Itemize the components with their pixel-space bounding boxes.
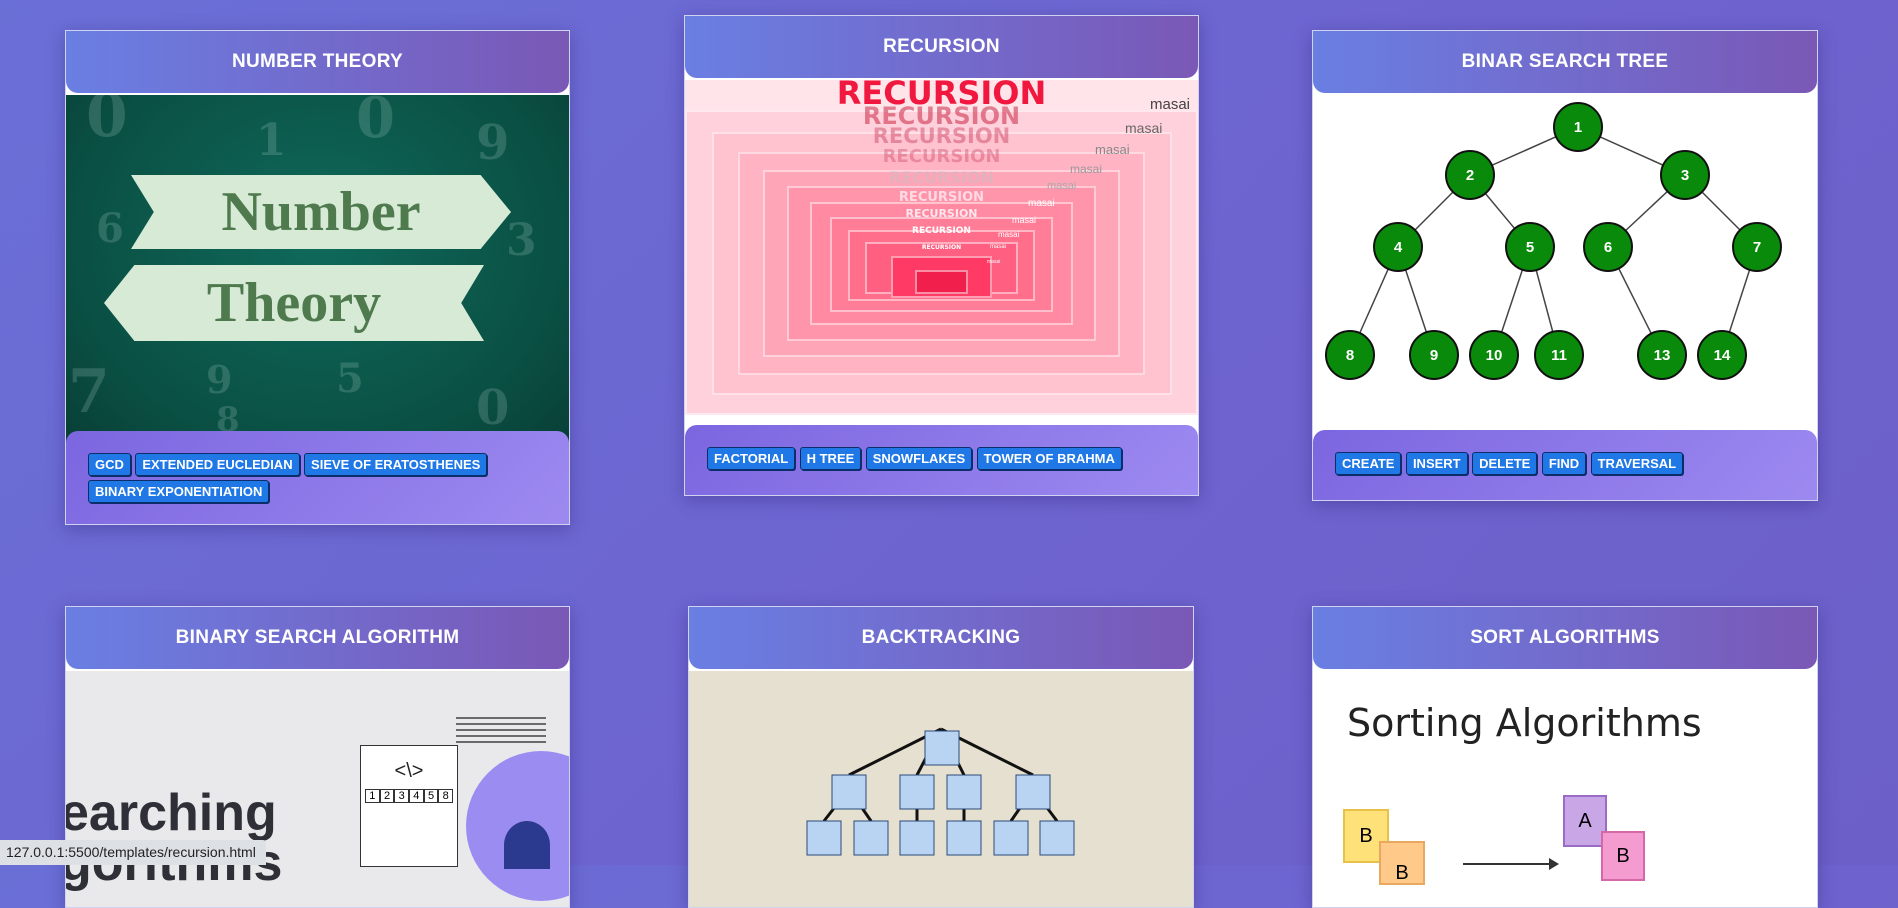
grid-cell: 5	[423, 789, 439, 803]
sort-image: Sorting Algorithms B B A B	[1313, 671, 1817, 907]
bg-digit: 6	[96, 205, 124, 252]
side-word: masai	[1070, 162, 1103, 176]
card-title: BINARY SEARCH ALGORITHM	[66, 607, 569, 669]
code-panel: <\> 1 2 3 4 5 8	[360, 745, 458, 867]
tag-binary-exponentiation[interactable]: BINARY EXPONENTIATION	[88, 480, 270, 503]
tag-traversal[interactable]: TRAVERSAL	[1590, 452, 1684, 475]
backtracking-tree	[806, 727, 1075, 856]
bst-node-label: 11	[1551, 347, 1567, 364]
bst-diagram: 1 2 3 4 5 6 7 8 9 10 11 13 14	[1325, 102, 1782, 380]
tag-tower-of-brahma[interactable]: TOWER OF BRAHMA	[976, 447, 1122, 470]
ribbon-text: Theory	[206, 272, 382, 334]
side-word: masai	[1150, 96, 1191, 113]
card-title: NUMBER THEORY	[66, 31, 569, 93]
bg-digit: 9	[206, 357, 233, 402]
bst-node-label: 13	[1654, 347, 1671, 364]
side-word: masai	[1047, 180, 1077, 192]
tag-snowflakes[interactable]: SNOWFLAKES	[865, 447, 973, 470]
side-word: masai	[987, 259, 1001, 265]
bst-node-label: 7	[1753, 239, 1761, 256]
side-word: masai	[1095, 142, 1130, 157]
ribbon-text: Number	[221, 181, 421, 243]
tag-list: FACTORIAL H TREE SNOWFLAKES TOWER OF BRA…	[685, 425, 1198, 495]
recursion-word: RECURSION	[889, 168, 994, 187]
binary-search-image: earching gorithms <\> 1 2 3 4 5 8	[66, 671, 569, 907]
tag-insert[interactable]: INSERT	[1405, 452, 1468, 475]
bst-node-label: 10	[1486, 347, 1503, 364]
tag-extended-euclidean[interactable]: EXTENDED EUCLEDIAN	[135, 453, 300, 476]
sorting-heading: Sorting Algorithms	[1347, 701, 1702, 745]
status-bar-url: 127.0.0.1:5500/templates/recursion.html	[0, 840, 266, 865]
code-lines	[456, 717, 546, 747]
tag-create[interactable]: CREATE	[1335, 452, 1402, 475]
recursion-word: RECURSION	[921, 244, 962, 251]
arrow-head	[1549, 858, 1559, 870]
side-word: masai	[1125, 120, 1163, 136]
backtracking-image	[689, 671, 1193, 907]
grid-cell: 8	[438, 789, 454, 803]
grid-cell: 4	[409, 789, 424, 803]
bg-digit: 9	[476, 115, 510, 171]
card-title: SORT ALGORITHMS	[1313, 607, 1817, 669]
number-ribbon: Number	[131, 175, 511, 249]
frame	[915, 270, 968, 294]
side-word: masai	[1028, 198, 1055, 209]
box-b-orange: B	[1379, 841, 1425, 885]
grid-cell: 2	[379, 789, 395, 803]
recursion-word: RECURSION	[912, 226, 971, 236]
card-binary-search-tree[interactable]: BINAR SEARCH TREE 1 2 3 4 5 6 7 8 9 10 11 13 14 CREA…	[1312, 30, 1818, 501]
recursion-word: RECURSION	[898, 190, 985, 205]
bst-node-label: 4	[1394, 239, 1403, 256]
bg-digit: 1	[256, 115, 287, 166]
theory-ribbon: Theory	[104, 265, 484, 341]
tag-list: CREATE INSERT DELETE FIND TRAVERSAL	[1313, 430, 1817, 500]
bg-digit: 7	[68, 357, 110, 427]
bg-digit: 5	[336, 355, 364, 402]
card-number-theory[interactable]: NUMBER THEORY 0 1 0 9 6 3 4 7 9 5 8 0 Nu…	[65, 30, 570, 525]
bst-node-label: 1	[1574, 119, 1582, 136]
bst-node-label: 8	[1346, 347, 1354, 364]
bst-node-label: 5	[1526, 239, 1534, 256]
box-b-pink: B	[1601, 831, 1645, 881]
person-illustration	[504, 821, 550, 869]
bst-node-label: 2	[1466, 167, 1474, 184]
recursion-word: RECURSION	[905, 207, 978, 220]
side-word: masai	[998, 230, 1020, 239]
bg-digit: 0	[86, 95, 128, 151]
tag-h-tree[interactable]: H TREE	[799, 447, 862, 470]
code-sign: <\>	[394, 760, 424, 782]
number-theory-image: 0 1 0 9 6 3 4 7 9 5 8 0 Number Theory	[66, 95, 569, 455]
bg-digit: 0	[356, 95, 395, 151]
card-title: RECURSION	[685, 16, 1198, 78]
tag-factorial[interactable]: FACTORIAL	[707, 447, 796, 470]
side-word: masai	[1012, 215, 1037, 225]
bst-node-label: 3	[1681, 167, 1689, 184]
grid-cell: 3	[394, 789, 410, 803]
card-title: BACKTRACKING	[689, 607, 1193, 669]
card-sort-algorithms[interactable]: SORT ALGORITHMS Sorting Algorithms B B A…	[1312, 606, 1818, 908]
card-backtracking[interactable]: BACKTRACKING	[688, 606, 1194, 908]
bst-node-label: 6	[1604, 239, 1612, 256]
card-title: BINAR SEARCH TREE	[1313, 31, 1817, 93]
bst-node-label: 9	[1430, 347, 1438, 364]
tag-sieve[interactable]: SIEVE OF ERATOSTHENES	[304, 453, 488, 476]
tag-gcd[interactable]: GCD	[88, 453, 131, 476]
tag-find[interactable]: FIND	[1541, 452, 1587, 475]
grid-cell: 1	[365, 789, 380, 803]
bg-digit: 3	[506, 215, 537, 266]
side-word: masai	[990, 244, 1007, 250]
recursion-image: RECURSION RECURSION RECURSION RECURSION …	[685, 80, 1198, 415]
bst-node-label: 14	[1714, 347, 1731, 364]
tag-delete[interactable]: DELETE	[1472, 452, 1538, 475]
number-grid: 1 2 3 4 5 8	[365, 789, 454, 803]
bg-digit: 0	[476, 380, 510, 436]
tag-list: GCD EXTENDED EUCLEDIAN SIEVE OF ERATOSTH…	[66, 431, 569, 524]
card-recursion[interactable]: RECURSION RECURSION RECURSION RECURSION …	[684, 15, 1199, 496]
